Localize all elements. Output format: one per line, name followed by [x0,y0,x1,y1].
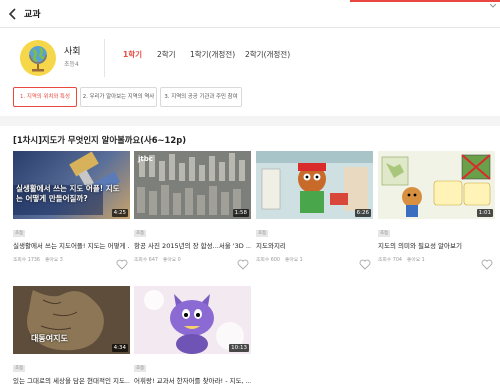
view-count: 조회수 647 [134,258,158,263]
chevron-down-icon[interactable] [490,4,496,8]
video-thumbnail[interactable]: 10:13 [134,286,251,354]
globe-icon [20,40,56,76]
top-accent-line [350,0,500,2]
video-card[interactable]: jtbc 1:58 초등 항공 사진 2015년의 장 합성...서울 '3D … [134,151,251,270]
back-arrow-icon[interactable] [7,7,19,21]
video-title[interactable]: 있는 그대로의 세상을 담은 현대적인 지도... [13,375,130,385]
tab-semester-1[interactable]: 1학기 [123,49,142,60]
like-count: 좋아요 0 [162,258,181,263]
view-count: 조회수 600 [256,258,280,263]
duration-badge: 1:58 [232,209,249,217]
video-thumbnail[interactable]: 1:01 [378,151,495,219]
page-title: 교과 [24,10,41,20]
view-count: 조회수 704 [378,258,402,263]
video-title[interactable]: 지도의 의미와 필요성 알아보기 [378,240,495,250]
unit-chip-3[interactable]: 3. 지역의 공공 기관과 주민 참여 [160,87,242,107]
video-thumbnail[interactable]: 대동여지도 4:34 [13,286,130,354]
subject-name: 사회 [64,47,81,57]
heart-icon[interactable] [237,259,249,270]
video-stats: 조회수 600 좋아요 1 [256,256,373,263]
jtbc-logo: jtbc [138,155,153,163]
like-count: 좋아요 3 [44,258,63,263]
video-title[interactable]: 실생활에서 쓰는 지도어플! 지도는 어떻게 ... [13,240,130,250]
grade-tag: 초등 [256,230,269,237]
video-thumbnail[interactable]: 실생활에서 쓰는 지도 어플! 지도는 어떻게 만들어질까? 4:25 [13,151,130,219]
top-bar: 교과 [0,0,500,28]
duration-badge: 4:34 [111,344,128,352]
grade-tag: 초등 [13,230,26,237]
grade-tag: 초등 [378,230,391,237]
grade-label: 초등4 [64,61,79,68]
video-card[interactable]: 1:01 초등 지도의 의미와 필요성 알아보기 조회수 704 좋아요 1 [378,151,495,270]
thumbnail-caption: 대동여지도 [31,334,68,343]
tab-semester-1-old[interactable]: 1학기(개정전) [190,49,235,60]
video-stats: 조회수 647 좋아요 0 [134,256,251,263]
duration-badge: 1:01 [476,209,493,217]
section-divider [0,116,500,126]
video-title[interactable]: 지도와지리 [256,240,373,250]
like-count: 좋아요 1 [284,258,303,263]
grade-tag: 초등 [134,230,147,237]
duration-badge: 10:13 [229,344,249,352]
unit-chip-list: 1. 지역의 위치와 특성 2. 우리가 알아보는 지역의 역사 3. 지역의 … [0,86,500,108]
video-card[interactable]: 실생활에서 쓰는 지도 어플! 지도는 어떻게 만들어질까? 4:25 초등 실… [13,151,130,270]
grade-tag: 초등 [134,365,147,372]
like-count: 좋아요 1 [406,258,425,263]
duration-badge: 4:25 [111,209,128,217]
thumbnail-caption: 실생활에서 쓰는 지도 어플! 지도는 어떻게 만들어질까? [16,184,120,203]
video-card[interactable]: 10:13 초등 어휘랑! 교과서 한자어를 찾아라! - 지도, ... [134,286,251,385]
video-stats: 조회수 704 좋아요 1 [378,256,495,263]
video-thumbnail[interactable]: jtbc 1:58 [134,151,251,219]
tab-semester-2[interactable]: 2학기 [157,49,176,60]
video-card[interactable]: 대동여지도 4:34 초등 있는 그대로의 세상을 담은 현대적인 지도... [13,286,130,385]
divider [104,39,105,77]
subject-header: 사회 초등4 1학기 2학기 1학기(개정전) 2학기(개정전) [0,29,500,91]
video-thumbnail[interactable]: 6:26 [256,151,373,219]
view-count: 조회수 1736 [13,258,40,263]
video-card[interactable]: 6:26 초등 지도와지리 조회수 600 좋아요 1 [256,151,373,270]
unit-chip-1[interactable]: 1. 지역의 위치와 특성 [13,87,77,107]
heart-icon[interactable] [481,259,493,270]
video-title[interactable]: 항공 사진 2015년의 장 합성...서울 '3D ... [134,240,251,250]
grade-tag: 초등 [13,365,26,372]
video-stats: 조회수 1736 좋아요 3 [13,256,130,263]
tab-semester-2-old[interactable]: 2학기(개정전) [245,49,290,60]
heart-icon[interactable] [116,259,128,270]
video-title[interactable]: 어휘랑! 교과서 한자어를 찾아라! - 지도, ... [134,375,251,385]
unit-chip-2[interactable]: 2. 우리가 알아보는 지역의 역사 [80,87,157,107]
duration-badge: 6:26 [354,209,371,217]
heart-icon[interactable] [359,259,371,270]
lesson-title: [1차시]지도가 무엇인지 알아볼까요(사6~12p) [13,135,187,145]
